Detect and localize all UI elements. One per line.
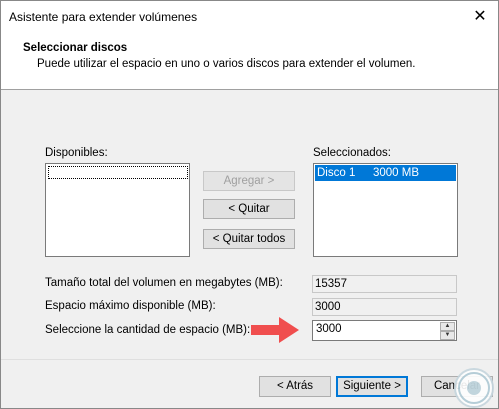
max-space-label: Espacio máximo disponible (MB): — [45, 300, 216, 312]
focus-rectangle — [48, 166, 188, 179]
remove-all-button[interactable]: < Quitar todos — [203, 229, 295, 249]
title-bar: Asistente para extender volúmenes ✕ — [1, 1, 498, 33]
footer-divider — [1, 359, 498, 360]
watermark-logo — [454, 368, 494, 408]
total-size-label: Tamaño total del volumen en megabytes (M… — [45, 277, 283, 289]
close-icon[interactable]: ✕ — [470, 7, 490, 27]
available-label: Disponibles: — [45, 147, 108, 159]
disk-size: 3000 MB — [373, 167, 420, 179]
amount-input[interactable]: 3000 — [316, 323, 342, 335]
wizard-header: Seleccionar discos Puede utilizar el esp… — [1, 33, 498, 90]
right-arrow-icon — [251, 317, 299, 343]
available-listbox[interactable] — [45, 163, 190, 257]
window-title: Asistente para extender volúmenes — [9, 10, 198, 24]
amount-label: Seleccione la cantidad de espacio (MB): — [45, 324, 251, 336]
spin-down-icon[interactable]: ▼ — [440, 331, 455, 340]
page-title: Seleccionar discos — [23, 42, 128, 54]
selected-listbox[interactable]: Disco 1 3000 MB — [313, 163, 458, 257]
remove-button[interactable]: < Quitar — [203, 199, 295, 219]
list-item-disco-1[interactable]: Disco 1 3000 MB — [315, 165, 456, 181]
total-size-field: 15357 — [312, 275, 457, 293]
next-button[interactable]: Siguiente > — [336, 376, 408, 397]
page-subtitle: Puede utilizar el espacio en uno o vario… — [37, 58, 416, 70]
selected-label: Seleccionados: — [313, 147, 391, 159]
back-button[interactable]: < Atrás — [259, 376, 331, 397]
max-space-field: 3000 — [312, 298, 457, 316]
add-button[interactable]: Agregar > — [203, 171, 295, 191]
amount-stepper[interactable]: 3000 ▲ ▼ — [312, 320, 457, 341]
disk-name: Disco 1 — [317, 167, 356, 179]
spin-up-icon[interactable]: ▲ — [440, 322, 455, 331]
wizard-window: Asistente para extender volúmenes ✕ Sele… — [0, 0, 499, 409]
stepper-buttons: ▲ ▼ — [440, 322, 455, 340]
